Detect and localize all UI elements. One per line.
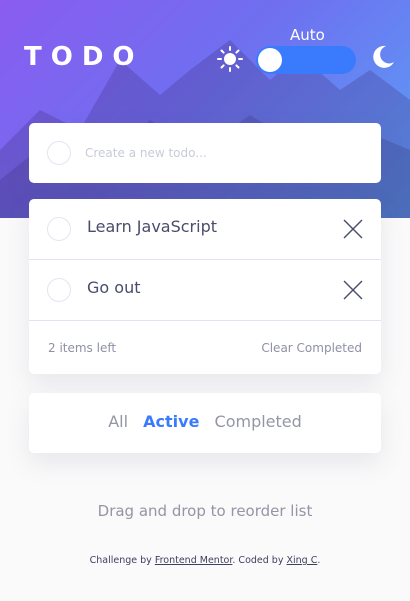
- attribution: Challenge by Frontend Mentor. Coded by X…: [0, 555, 410, 566]
- theme-mode-label: Auto: [290, 26, 325, 44]
- frontend-mentor-link[interactable]: Frontend Mentor: [155, 555, 233, 566]
- items-left-count: 2 items left: [48, 341, 117, 355]
- header-background: [0, 0, 410, 218]
- new-todo-check-circle[interactable]: [47, 141, 71, 165]
- filter-all-button[interactable]: All: [108, 412, 128, 431]
- attribution-suffix: .: [317, 555, 321, 566]
- todo-check-circle[interactable]: [47, 278, 71, 302]
- clear-completed-button[interactable]: Clear Completed: [261, 341, 362, 355]
- todo-text: Go out: [87, 278, 141, 297]
- new-todo-card: [29, 123, 381, 183]
- attribution-middle: . Coded by: [232, 555, 287, 566]
- delete-icon[interactable]: [343, 280, 363, 300]
- app-title: TODO: [24, 42, 144, 72]
- attribution-prefix: Challenge by: [89, 555, 155, 566]
- todo-check-circle[interactable]: [47, 217, 71, 241]
- list-footer: 2 items left Clear Completed: [29, 321, 381, 374]
- new-todo-input[interactable]: [85, 141, 365, 165]
- filter-active-button[interactable]: Active: [143, 412, 199, 431]
- mountain-background-image: [0, 40, 410, 218]
- todo-list: Learn JavaScript Go out 2 items left Cle…: [29, 199, 381, 374]
- todo-item[interactable]: Learn JavaScript: [29, 199, 381, 260]
- delete-icon[interactable]: [343, 219, 363, 239]
- todo-item[interactable]: Go out: [29, 260, 381, 321]
- sun-icon[interactable]: [216, 45, 244, 73]
- filter-bar: All Active Completed: [29, 393, 381, 453]
- moon-icon[interactable]: [369, 43, 397, 71]
- author-link[interactable]: Xing C: [286, 555, 317, 566]
- filter-completed-button[interactable]: Completed: [215, 412, 302, 431]
- todo-text: Learn JavaScript: [87, 217, 218, 236]
- drag-drop-hint: Drag and drop to reorder list: [97, 502, 313, 520]
- theme-toggle[interactable]: [256, 46, 356, 74]
- toggle-knob[interactable]: [258, 48, 282, 72]
